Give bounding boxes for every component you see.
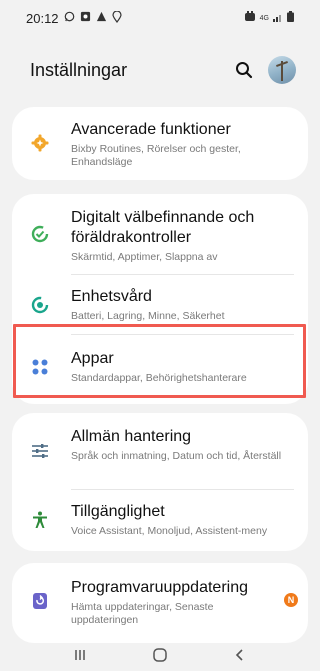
apps-icon <box>30 357 50 377</box>
home-icon <box>153 647 167 662</box>
battery-icon <box>287 11 294 25</box>
item-subtitle: Språk och inmatning, Datum och tid, Åter… <box>71 450 282 462</box>
wellbeing-icon <box>30 224 50 244</box>
accessibility-icon <box>30 510 50 530</box>
item-text: Allmän hantering Språk och inmatning, Da… <box>71 427 294 463</box>
location-icon <box>111 9 122 26</box>
alarm-icon <box>244 11 256 25</box>
status-bar: 20:12 4G <box>0 0 320 36</box>
recents-button[interactable] <box>60 643 100 667</box>
sliders-icon <box>30 441 50 461</box>
item-title: Avancerade funktioner <box>71 121 231 138</box>
search-icon <box>236 62 253 79</box>
item-text: Enhetsvård Batteri, Lagring, Minne, Säke… <box>71 287 294 323</box>
gear-icon <box>30 133 50 153</box>
update-icon <box>30 591 50 611</box>
warning-icon <box>96 11 107 25</box>
recents-icon <box>75 649 85 660</box>
page-title: Inställningar <box>30 59 128 80</box>
item-text: Appar Standardappar, Behörighetshanterar… <box>71 349 294 385</box>
item-title: Programvaruuppdatering <box>71 579 248 596</box>
item-digital-wellbeing[interactable]: Digitalt välbefinnande och föräldrakontr… <box>12 194 308 274</box>
item-title: Appar <box>71 350 114 367</box>
card-device: Digitalt välbefinnande och föräldrakontr… <box>12 194 308 404</box>
item-text: Tillgänglighet Voice Assistant, Monoljud… <box>71 502 294 538</box>
status-right: 4G <box>244 11 294 25</box>
item-subtitle: Batteri, Lagring, Minne, Säkerhet <box>71 310 225 322</box>
item-text: Avancerade funktioner Bixby Routines, Rö… <box>71 120 294 169</box>
new-badge: N <box>284 593 298 607</box>
item-software-update[interactable]: Programvaruuppdatering Hämta uppdatering… <box>12 563 308 643</box>
home-button[interactable] <box>140 643 180 667</box>
card-general: Allmän hantering Språk och inmatning, Da… <box>12 413 308 551</box>
item-subtitle: Bixby Routines, Rörelser och gester, Enh… <box>71 143 241 168</box>
item-title: Digitalt välbefinnande och föräldrakontr… <box>71 209 255 246</box>
back-button[interactable] <box>220 643 260 667</box>
item-title: Enhetsvård <box>71 288 152 305</box>
item-subtitle: Hämta uppdateringar, Senaste uppdatering… <box>71 601 214 626</box>
status-left: 20:12 <box>26 9 122 26</box>
outlook-icon <box>80 11 91 25</box>
navigation-bar <box>0 638 320 671</box>
status-time: 20:12 <box>26 10 59 26</box>
item-text: Programvaruuppdatering Hämta uppdatering… <box>71 578 272 627</box>
item-accessibility[interactable]: Tillgänglighet Voice Assistant, Monoljud… <box>12 490 308 551</box>
item-title: Allmän hantering <box>71 428 192 445</box>
whatsapp-icon <box>64 11 75 25</box>
profile-avatar[interactable] <box>268 56 296 84</box>
item-apps[interactable]: Appar Standardappar, Behörighetshanterar… <box>12 335 308 404</box>
item-text: Digitalt välbefinnande och föräldrakontr… <box>71 208 294 264</box>
item-subtitle: Voice Assistant, Monoljud, Assistent-men… <box>71 525 268 537</box>
item-subtitle: Standardappar, Behörighetshanterare <box>71 372 247 384</box>
item-general-management[interactable]: Allmän hantering Språk och inmatning, Da… <box>12 413 308 489</box>
card-update: Programvaruuppdatering Hämta uppdatering… <box>12 563 308 643</box>
device-care-icon <box>30 295 50 315</box>
card-advanced: Avancerade funktioner Bixby Routines, Rö… <box>12 107 308 180</box>
item-device-care[interactable]: Enhetsvård Batteri, Lagring, Minne, Säke… <box>12 275 308 333</box>
app-header: Inställningar <box>0 48 320 92</box>
item-advanced-features[interactable]: Avancerade funktioner Bixby Routines, Rö… <box>12 107 308 180</box>
signal-icon <box>273 12 283 25</box>
item-subtitle: Skärmtid, Apptimer, Slappna av <box>71 251 218 263</box>
network-type: 4G <box>259 14 269 22</box>
item-title: Tillgänglighet <box>71 503 165 520</box>
search-button[interactable] <box>232 58 256 82</box>
back-icon <box>235 648 243 661</box>
